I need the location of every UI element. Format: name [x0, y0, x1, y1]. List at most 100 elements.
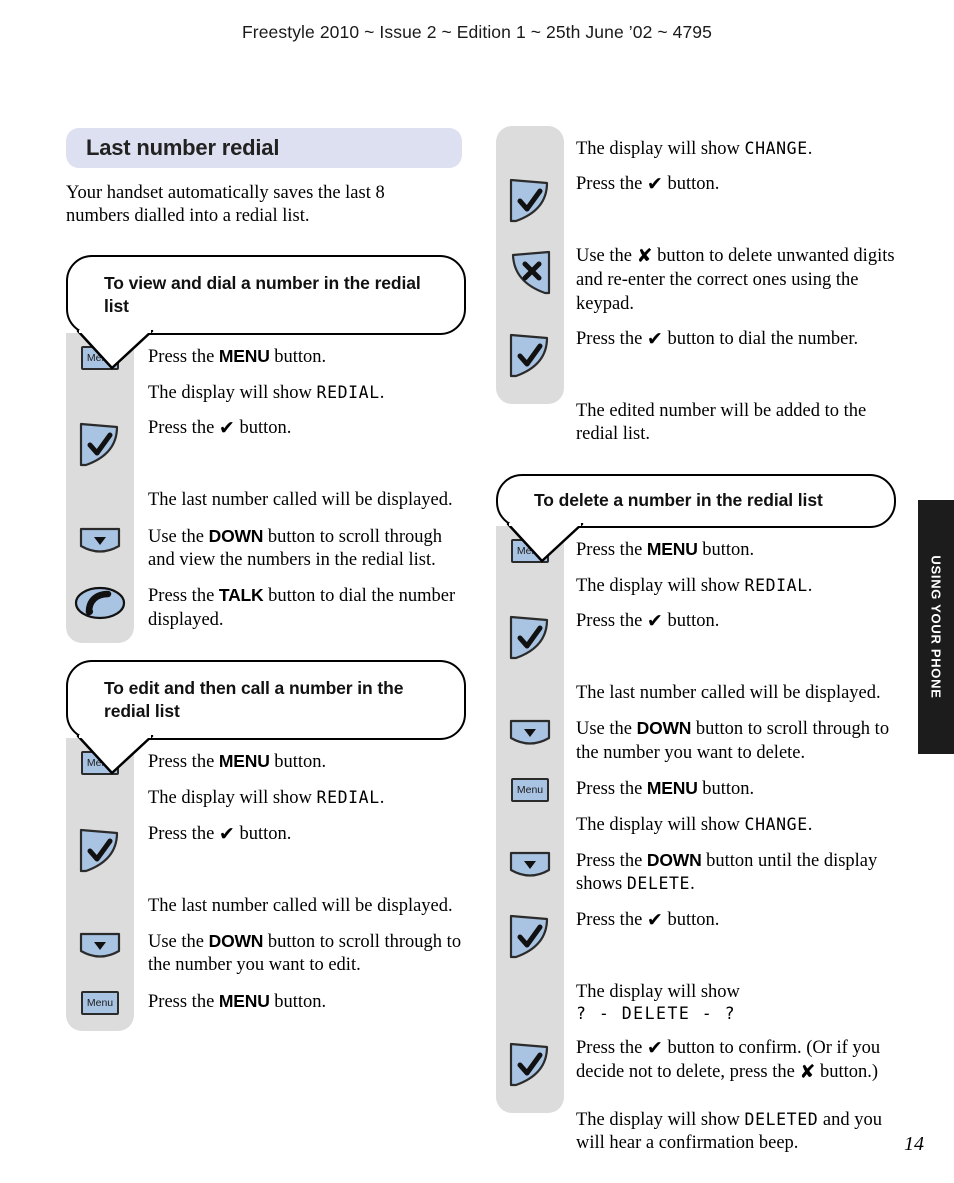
step-list: Menu Press the MENU button. The display wi… [66, 738, 466, 1015]
display-text: REDIAL [316, 788, 380, 808]
step-icon-cell [66, 489, 134, 490]
step-icon-cell [66, 525, 134, 563]
step-icon-cell [66, 382, 134, 383]
step-row: Press the ✔ button to confirm. (Or if yo… [496, 1037, 896, 1097]
step-icon-cell [496, 849, 564, 887]
down-button-icon[interactable] [508, 850, 552, 887]
step-text: The display will show REDIAL. [576, 575, 813, 596]
check-button-icon[interactable] [507, 1038, 553, 1097]
step-icon-cell: Menu [66, 990, 134, 1015]
step-text: Press the TALK button to dial the number… [148, 585, 456, 630]
step-text: The last number called will be displayed… [148, 895, 453, 916]
step-text: Press the MENU button. [148, 346, 327, 368]
callout-tail [506, 522, 584, 562]
left-column: Last number redial Your handset automati… [66, 128, 466, 1043]
down-button-icon[interactable] [508, 718, 552, 755]
key-glyph: ✔ [646, 173, 663, 196]
cross-button-icon[interactable] [507, 246, 553, 305]
step-text: Press the ✔ button. [576, 609, 720, 632]
step-row: Press the DOWN button until the display … [496, 849, 896, 897]
talk-button-icon[interactable] [74, 585, 126, 627]
button-name: MENU [646, 777, 698, 798]
step-icon-cell [496, 575, 564, 576]
step-row: Use the DOWN button to scroll through to… [496, 717, 896, 765]
step-list: The display will show CHANGE. Press the ✔… [496, 126, 896, 446]
section-intro: Your handset automatically saves the las… [66, 183, 385, 227]
button-name: DOWN [208, 525, 264, 546]
check-button-icon[interactable] [507, 174, 553, 233]
section-thumb-tab: USING YOUR PHONE [918, 500, 954, 754]
button-name: MENU [218, 751, 270, 772]
thumb-tab-label: USING YOUR PHONE [928, 555, 944, 699]
step-row: The last number called will be displayed… [66, 489, 466, 512]
procedure-view-and-dial: To view and dial a number in the redial … [66, 254, 466, 644]
down-button-icon[interactable] [78, 931, 122, 968]
callout-tail [76, 330, 154, 370]
menu-button-icon[interactable]: Menu [81, 990, 119, 1015]
check-button-icon[interactable] [77, 418, 123, 477]
check-button-icon[interactable] [77, 824, 123, 883]
step-row: The display will show REDIAL. [66, 787, 466, 810]
menu-button-icon[interactable]: Menu [511, 777, 549, 802]
step-text: Press the ✔ button. [148, 417, 292, 440]
display-text: CHANGE [744, 814, 808, 834]
menu-button-label: Menu [516, 783, 544, 796]
page-title: Last number redial [86, 135, 280, 160]
key-glyph: ✘ [636, 245, 653, 268]
step-list: Menu Press the MENU button. The display wi… [496, 526, 896, 1156]
step-row: Use the ✘ button to delete unwanted digi… [496, 245, 896, 316]
check-button-icon[interactable] [507, 329, 553, 388]
step-icon-cell [496, 173, 564, 233]
key-glyph: ✔ [218, 822, 235, 845]
procedure-heading-text: To edit and then call a number in the re… [104, 677, 404, 722]
step-text: The display will show CHANGE. [576, 814, 813, 835]
check-button-icon[interactable] [507, 611, 553, 670]
step-text: Press the MENU button. [576, 538, 755, 560]
button-name: MENU [218, 346, 270, 367]
step-text: The display will show REDIAL. [148, 383, 385, 404]
check-button-icon[interactable] [507, 910, 553, 969]
procedure-edit-and-call: To edit and then call a number in the re… [66, 659, 466, 1031]
step-icon-cell [496, 814, 564, 815]
down-button-icon[interactable] [78, 526, 122, 563]
step-text: Use the ✘ button to delete unwanted digi… [576, 245, 895, 314]
step-icon-cell [66, 930, 134, 968]
step-row: The display will show REDIAL. [66, 382, 466, 405]
display-text: CHANGE [744, 139, 808, 158]
step-text: Press the ✔ button. [576, 908, 720, 931]
procedure-delete-a-number: To delete a number in the redial list Men… [496, 474, 896, 1155]
step-row: Press the ✔ button. [66, 823, 466, 883]
step-icon-cell [496, 717, 564, 755]
step-icon-cell [66, 584, 134, 627]
step-icon-cell [496, 909, 564, 969]
button-name: MENU [646, 538, 698, 559]
step-icon-cell [496, 328, 564, 388]
procedure-body: Menu Press the MENU button. The display wi… [496, 525, 896, 1156]
step-row: The display will show CHANGE. [496, 138, 896, 161]
key-glyph: ✔ [646, 908, 663, 931]
display-text: REDIAL [744, 575, 808, 595]
step-row: Menu Press the MENU button. [496, 777, 896, 802]
step-row: Press the ✔ button. [496, 173, 896, 233]
step-row: Press the ✔ button. [496, 610, 896, 670]
step-row: The display will show ? - DELETE - ? [496, 981, 896, 1025]
step-text: Press the MENU button. [148, 751, 327, 773]
step-row: Press the ✔ button. [66, 417, 466, 477]
step-row: Use the DOWN button to scroll through an… [66, 525, 466, 573]
step-icon-cell [66, 417, 134, 477]
right-column: The display will show CHANGE. Press the ✔… [496, 126, 896, 1183]
step-text: The display will show CHANGE. [576, 139, 813, 159]
step-icon-cell [496, 610, 564, 670]
step-row: Menu Press the MENU button. [66, 990, 466, 1015]
key-glyph: ✘ [799, 1060, 816, 1083]
menu-button-label: Menu [86, 996, 114, 1009]
button-name: DOWN [646, 850, 702, 871]
step-text: Press the ✔ button to dial the number. [576, 327, 859, 350]
procedure-heading-callout: To edit and then call a number in the re… [66, 659, 466, 775]
step-icon-cell [496, 1037, 564, 1097]
step-text: Use the DOWN button to scroll through an… [148, 525, 443, 571]
step-text: The edited number will be added to the r… [576, 400, 867, 445]
procedure-body: The display will show CHANGE. Press the ✔… [496, 126, 896, 446]
button-name: TALK [218, 585, 264, 606]
step-text: The display will show REDIAL. [148, 788, 385, 809]
